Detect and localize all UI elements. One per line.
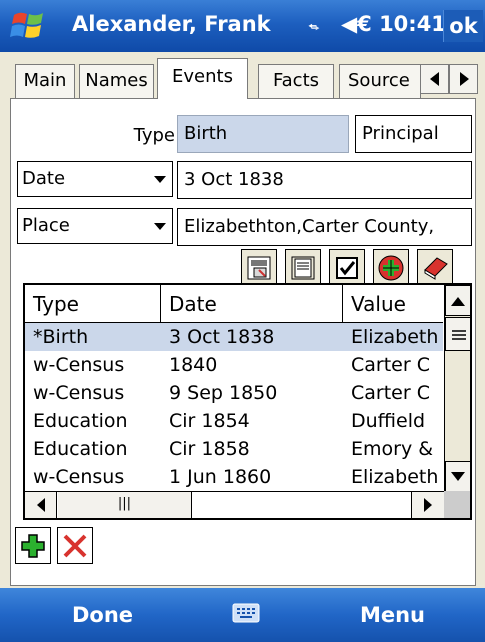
scroll-down-button[interactable] (445, 461, 470, 492)
add-event-button[interactable] (15, 527, 51, 564)
ok-button[interactable]: ok (443, 10, 483, 42)
clock-time[interactable]: ◀€ 10:41 (341, 12, 446, 36)
type-field[interactable]: Birth (177, 115, 349, 153)
tab-scroll-right-button[interactable] (449, 64, 478, 94)
place-selector-dropdown[interactable]: Place (17, 208, 173, 244)
document-icon (291, 256, 315, 280)
arrow-up-icon (451, 296, 465, 306)
window-title: Alexander, Frank (72, 12, 271, 36)
delete-event-button[interactable] (57, 527, 93, 564)
book-button[interactable] (417, 249, 453, 287)
menu-softkey[interactable]: Menu (300, 588, 485, 642)
cell-date: Cir 1858 (169, 438, 250, 460)
cell-date: 3 Oct 1838 (169, 326, 275, 348)
list-item[interactable]: Education Cir 1858 Emory & (25, 435, 443, 463)
role-field[interactable]: Principal (355, 115, 472, 153)
tab-names[interactable]: Names (79, 64, 154, 98)
date-field[interactable]: 3 Oct 1838 (177, 161, 472, 199)
cell-date: 9 Sep 1850 (169, 382, 278, 404)
list-rows: *Birth 3 Oct 1838 Elizabeth w-Census 1840 Car… (25, 323, 443, 491)
folder-notes-icon (247, 256, 271, 280)
sources-button[interactable] (285, 249, 321, 287)
cell-value: Carter C (351, 354, 430, 376)
cell-type: *Birth (33, 326, 89, 348)
cell-value: Elizabeth (351, 326, 439, 348)
date-selector-label: Date (22, 168, 66, 189)
softkey-bar: Done Menu (0, 588, 485, 642)
add-media-button[interactable] (373, 249, 409, 287)
vertical-scroll-thumb[interactable] (445, 317, 470, 351)
list-header: Type Date Value (25, 285, 443, 323)
list-item[interactable]: *Birth 3 Oct 1838 Elizabeth (25, 323, 443, 351)
tab-source[interactable]: Source (339, 64, 421, 98)
list-item[interactable]: w-Census 1840 Carter C (25, 351, 443, 379)
tab-scroll-arrows (420, 64, 478, 94)
arrow-left-icon (36, 498, 45, 512)
date-selector-dropdown[interactable]: Date (17, 161, 173, 197)
windows-start-icon[interactable] (10, 9, 50, 43)
cell-value: Carter C (351, 382, 430, 404)
scroll-right-button[interactable] (411, 492, 444, 518)
vertical-scrollbar[interactable] (444, 285, 470, 493)
done-softkey[interactable]: Done (0, 588, 205, 642)
cell-date: Cir 1854 (169, 410, 250, 432)
scroll-up-button[interactable] (445, 285, 470, 316)
plus-icon (21, 533, 45, 558)
book-icon (424, 257, 448, 280)
horizontal-scrollbar[interactable]: ||| (25, 491, 444, 518)
title-bar: Alexander, Frank ◀€ 10:41 ok (0, 0, 485, 52)
events-list: Type Date Value *Birth 3 Oct 1838 Elizabet… (23, 283, 472, 520)
list-item[interactable]: Education Cir 1854 Duffield (25, 407, 443, 435)
cell-type: w-Census (33, 466, 125, 488)
column-header-value[interactable]: Value (343, 285, 443, 323)
plus-badge-icon (378, 255, 404, 281)
notes-button[interactable] (241, 249, 277, 287)
horizontal-scroll-thumb[interactable]: ||| (58, 492, 192, 518)
type-label: Type (133, 125, 175, 146)
cell-type: Education (33, 438, 128, 460)
cell-type: Education (33, 410, 128, 432)
tab-scroll-left-button[interactable] (420, 64, 449, 94)
place-field[interactable]: Elizabethton,Carter County, (177, 208, 472, 246)
column-header-date[interactable]: Date (161, 285, 343, 323)
grip-icon (452, 330, 466, 340)
arrow-right-icon (459, 72, 469, 86)
tab-events[interactable]: Events (157, 58, 248, 99)
arrow-left-icon (429, 72, 439, 86)
chevron-down-icon (154, 223, 166, 230)
scroll-left-button[interactable] (25, 492, 57, 518)
column-header-type[interactable]: Type (25, 285, 161, 323)
cell-type: w-Census (33, 354, 125, 376)
place-selector-label: Place (22, 215, 70, 236)
arrow-right-icon (424, 498, 432, 512)
list-item[interactable]: w-Census 9 Sep 1850 Carter C (25, 379, 443, 407)
cell-value: Duffield (351, 410, 426, 432)
tab-main[interactable]: Main (15, 64, 75, 98)
chevron-down-icon (154, 176, 166, 183)
keyboard-icon[interactable] (232, 602, 260, 624)
events-panel: Type Birth Principal Date 3 Oct 1838 Pla… (10, 98, 476, 586)
cell-value: Emory & (351, 438, 434, 460)
scrollbar-corner (444, 491, 470, 518)
list-item[interactable]: w-Census 1 Jun 1860 Elizabeth (25, 463, 443, 491)
cell-type: w-Census (33, 382, 125, 404)
tab-facts[interactable]: Facts (258, 64, 334, 98)
cell-date: 1840 (169, 354, 218, 376)
checkbox-icon (336, 257, 358, 279)
delete-x-icon (63, 534, 87, 557)
verify-button[interactable] (329, 249, 365, 287)
cell-value: Elizabeth (351, 466, 439, 488)
arrow-down-icon (451, 471, 465, 481)
cell-date: 1 Jun 1860 (169, 466, 272, 488)
